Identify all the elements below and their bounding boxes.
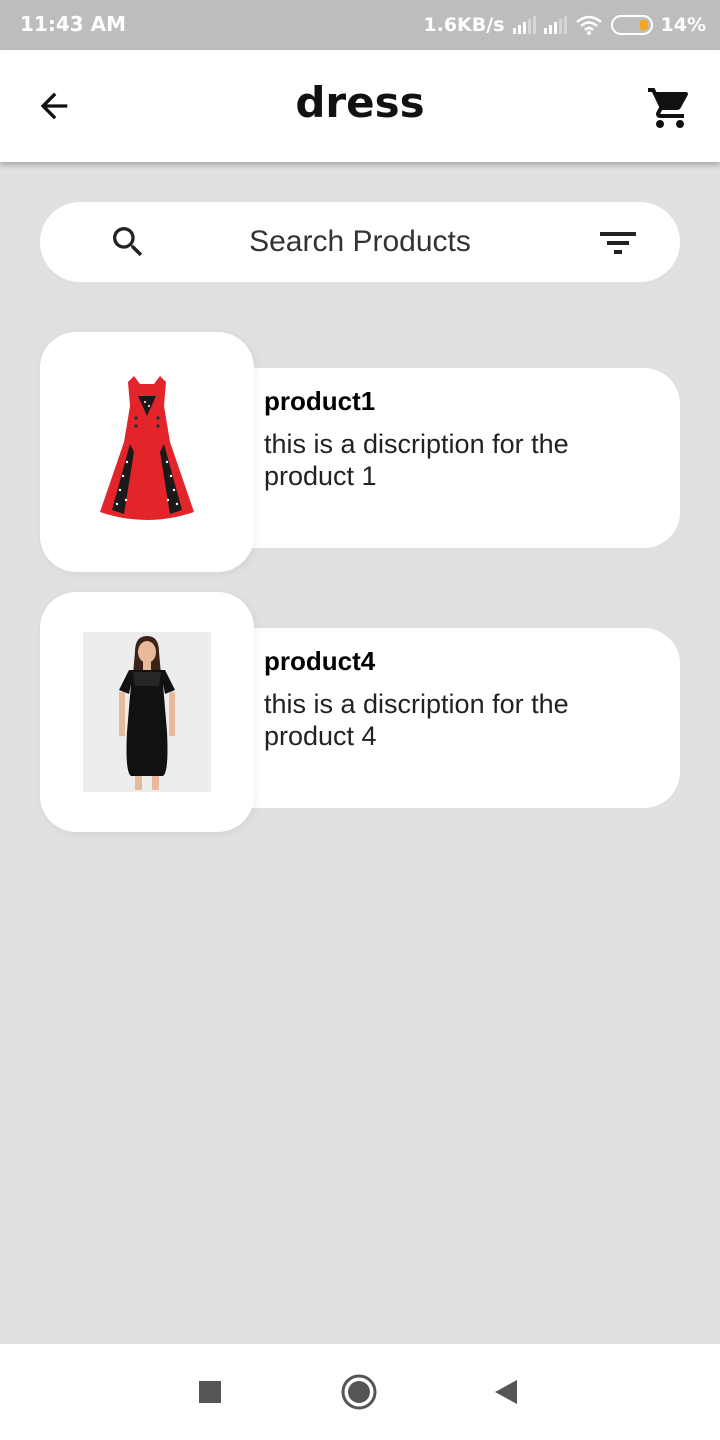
product-description: this is a discription for the product 4 (264, 689, 569, 751)
product-card[interactable]: product4 this is a discription for the p… (40, 592, 680, 832)
battery-percent: 14% (660, 14, 706, 36)
status-time: 11:43 AM (20, 12, 127, 36)
recent-apps-button[interactable] (190, 1372, 230, 1412)
red-dress-image (100, 376, 194, 520)
search-bar[interactable] (40, 202, 680, 282)
system-back-button[interactable] (486, 1372, 526, 1412)
signal-icon (543, 16, 567, 34)
wifi-icon (575, 15, 602, 35)
home-icon (341, 1374, 377, 1410)
product-description: this is a discription for the product 1 (264, 429, 569, 491)
signal-icon (512, 16, 536, 34)
network-speed: 1.6KB/s (423, 14, 505, 36)
battery-icon (610, 15, 653, 35)
product-card[interactable]: product1 this is a discription for the p… (40, 332, 680, 572)
product-image-frame[interactable] (40, 332, 254, 572)
status-bar: 11:43 AM 1.6KB/s 14% (0, 0, 720, 50)
home-button[interactable] (339, 1372, 379, 1412)
shopping-cart-icon (648, 88, 689, 128)
recent-apps-icon (199, 1381, 221, 1403)
back-triangle-icon (495, 1380, 517, 1404)
product-image-frame[interactable] (40, 592, 254, 832)
cart-button[interactable] (640, 78, 700, 138)
app-bar: dress (0, 50, 720, 162)
black-dress-image (83, 632, 211, 792)
product-name: product1 (264, 386, 376, 416)
system-nav-bar (0, 1344, 720, 1440)
search-icon[interactable] (108, 222, 148, 262)
product-name: product4 (264, 646, 376, 676)
search-input[interactable] (170, 222, 550, 262)
page-title: dress (295, 78, 425, 127)
status-indicators: 1.6KB/s 14% (423, 12, 706, 38)
filter-icon[interactable] (598, 224, 638, 260)
